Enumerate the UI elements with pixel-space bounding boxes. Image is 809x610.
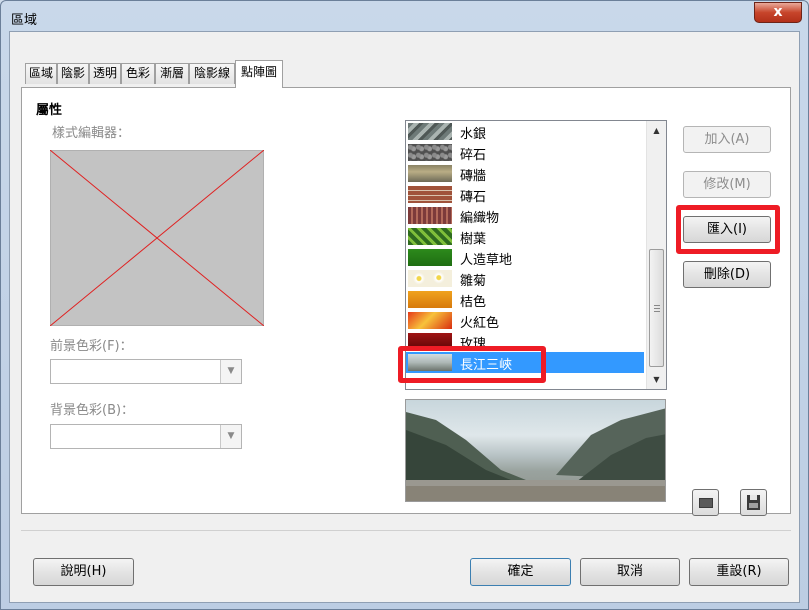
add-button[interactable]: 加入(A) — [683, 126, 771, 153]
tab-gradient[interactable]: 漸層 — [155, 63, 189, 84]
gravel-swatch-icon — [408, 144, 452, 161]
folder-icon — [699, 498, 713, 508]
highlight-box-import — [676, 205, 780, 254]
background-color-select[interactable]: ▼ — [50, 424, 242, 449]
scroll-up-icon[interactable]: ▲ — [648, 122, 665, 139]
help-button[interactable]: 說明(H) — [33, 558, 134, 586]
leaves-swatch-icon — [408, 228, 452, 245]
list-item[interactable]: 水銀 — [406, 121, 644, 142]
window-title: 區域 — [11, 13, 38, 28]
style-editor-preview — [50, 150, 264, 326]
tab-area[interactable]: 區域 — [25, 63, 57, 84]
list-item[interactable]: 樹葉 — [406, 226, 644, 247]
fiery-swatch-icon — [408, 312, 452, 329]
title-bar[interactable]: 區域 x — [1, 1, 808, 31]
list-item-label: 編織物 — [460, 211, 500, 226]
list-item-label: 水銀 — [460, 127, 487, 142]
brick-swatch-icon — [408, 186, 452, 203]
close-button[interactable]: x — [754, 2, 802, 23]
highlight-box-selected-item — [398, 346, 546, 383]
list-item-label: 雛菊 — [460, 274, 487, 289]
list-item-label: 碎石 — [460, 148, 487, 163]
style-editor-label: 樣式編輯器： — [52, 126, 131, 141]
list-item-label: 磚牆 — [460, 169, 487, 184]
list-item[interactable]: 碎石 — [406, 142, 644, 163]
chevron-down-icon[interactable]: ▼ — [220, 425, 241, 448]
save-icon — [747, 495, 760, 510]
tab-hatching[interactable]: 陰影線 — [189, 63, 235, 84]
list-item[interactable]: 磚牆 — [406, 163, 644, 184]
list-item[interactable]: 雛菊 — [406, 268, 644, 289]
tab-transparency[interactable]: 透明 — [89, 63, 121, 84]
list-item-label: 桔色 — [460, 295, 487, 310]
scroll-down-icon[interactable]: ▼ — [648, 371, 665, 388]
list-item[interactable]: 桔色 — [406, 289, 644, 310]
bitmap-preview — [405, 399, 666, 502]
properties-heading: 屬性 — [36, 103, 63, 118]
mercury-swatch-icon — [408, 123, 452, 140]
open-folder-button[interactable] — [692, 489, 719, 516]
cancel-button[interactable]: 取消 — [580, 558, 680, 586]
tab-bar: 區域 陰影 透明 色彩 漸層 陰影線 點陣圖 — [21, 60, 781, 88]
empty-preview-icon — [50, 150, 264, 326]
tab-bitmap[interactable]: 點陣圖 — [235, 60, 283, 88]
list-scrollbar[interactable]: ▲ ▼ — [646, 121, 666, 389]
ok-button[interactable]: 確定 — [470, 558, 571, 586]
daisy-swatch-icon — [408, 270, 452, 287]
chevron-down-icon[interactable]: ▼ — [220, 360, 241, 383]
footer-separator — [21, 530, 791, 531]
foreground-color-select[interactable]: ▼ — [50, 359, 242, 384]
list-item[interactable]: 火紅色 — [406, 310, 644, 331]
scroll-thumb[interactable] — [649, 249, 664, 367]
list-item-label: 火紅色 — [460, 316, 500, 331]
list-item[interactable]: 人造草地 — [406, 247, 644, 268]
artificial-turf-swatch-icon — [408, 249, 452, 266]
tab-colors[interactable]: 色彩 — [121, 63, 155, 84]
delete-button[interactable]: 刪除(D) — [683, 261, 771, 288]
background-color-label: 背景色彩(B)： — [50, 403, 135, 418]
wall-swatch-icon — [408, 165, 452, 182]
list-item-label: 磚石 — [460, 190, 487, 205]
tab-shadow[interactable]: 陰影 — [57, 63, 89, 84]
list-item[interactable]: 磚石 — [406, 184, 644, 205]
weave-swatch-icon — [408, 207, 452, 224]
reset-button[interactable]: 重設(R) — [689, 558, 789, 586]
list-item-label: 人造草地 — [460, 253, 513, 268]
foreground-color-label: 前景色彩(F)： — [50, 339, 133, 354]
save-bitmap-button[interactable] — [740, 489, 767, 516]
modify-button[interactable]: 修改(M) — [683, 171, 771, 198]
orange-swatch-icon — [408, 291, 452, 308]
landscape-preview-icon — [406, 408, 665, 501]
list-item-label: 樹葉 — [460, 232, 487, 247]
list-item[interactable]: 編織物 — [406, 205, 644, 226]
